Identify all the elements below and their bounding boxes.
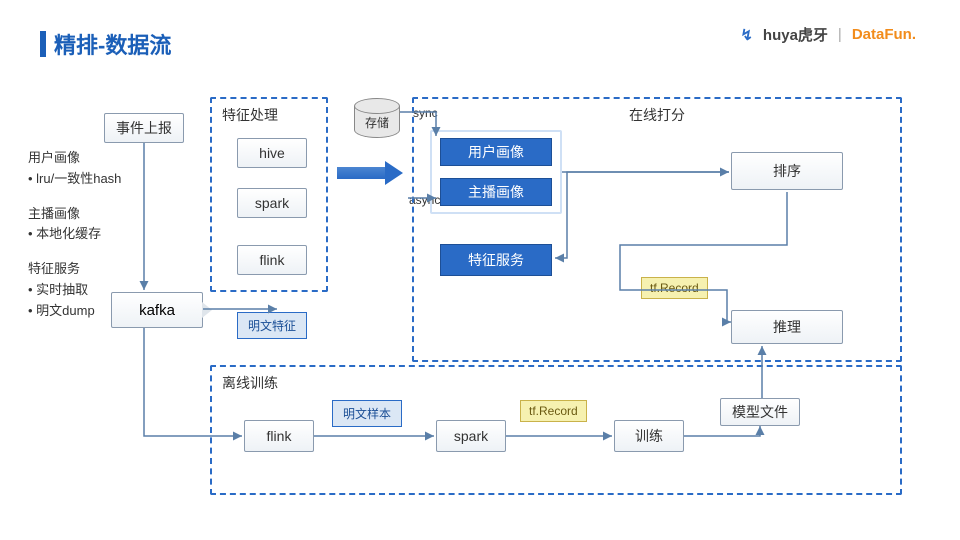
note3-b2: • 明文dump xyxy=(28,301,121,322)
node-hive: hive xyxy=(237,138,307,168)
tag-tfrecord1: tf.Record xyxy=(641,277,708,299)
note2-title: 主播画像 xyxy=(28,204,121,225)
offline-title: 离线训练 xyxy=(212,367,900,399)
tag-plain-feature: 明文特征 xyxy=(237,312,307,339)
node-off-spark: spark xyxy=(436,420,506,452)
node-kafka: kafka xyxy=(111,292,203,328)
slide-title: 精排-数据流 xyxy=(40,28,171,60)
online-title: 在线打分 xyxy=(414,99,900,131)
huya-icon: ↯ xyxy=(740,26,753,44)
node-off-train: 训练 xyxy=(614,420,684,452)
tag-plain-sample: 明文样本 xyxy=(332,400,402,427)
note3-b1: • 实时抽取 xyxy=(28,280,121,301)
title-marker xyxy=(40,31,46,57)
arrow-thick-icon xyxy=(337,163,407,183)
node-infer: 推理 xyxy=(731,310,843,344)
node-anchor-profile: 主播画像 xyxy=(440,178,552,206)
node-user-profile: 用户画像 xyxy=(440,138,552,166)
node-event: 事件上报 xyxy=(104,113,184,143)
note1-title: 用户画像 xyxy=(28,148,121,169)
note3-title: 特征服务 xyxy=(28,259,121,280)
node-off-flink: flink xyxy=(244,420,314,452)
logo-huya: huya虎牙 xyxy=(763,24,828,45)
logo-sep: | xyxy=(838,26,842,43)
logo-area: ↯ huya虎牙 | DataFun. xyxy=(740,24,916,45)
node-flink: flink xyxy=(237,245,307,275)
storage-label: 存储 xyxy=(354,114,400,131)
node-rank: 排序 xyxy=(731,152,843,190)
node-storage: 存储 xyxy=(354,106,400,138)
node-spark: spark xyxy=(237,188,307,218)
note2-body: • 本地化缓存 xyxy=(28,224,121,245)
note1-body: • lru/一致性hash xyxy=(28,169,121,190)
node-feature-service: 特征服务 xyxy=(440,244,552,276)
title-text: 精排-数据流 xyxy=(54,28,171,60)
logo-datafun: DataFun. xyxy=(852,26,916,43)
tag-tfrecord2: tf.Record xyxy=(520,400,587,422)
node-model-file: 模型文件 xyxy=(720,398,800,426)
fp-title: 特征处理 xyxy=(212,99,326,131)
sidebar-notes: 用户画像• lru/一致性hash 主播画像• 本地化缓存 特征服务• 实时抽取… xyxy=(28,148,121,336)
